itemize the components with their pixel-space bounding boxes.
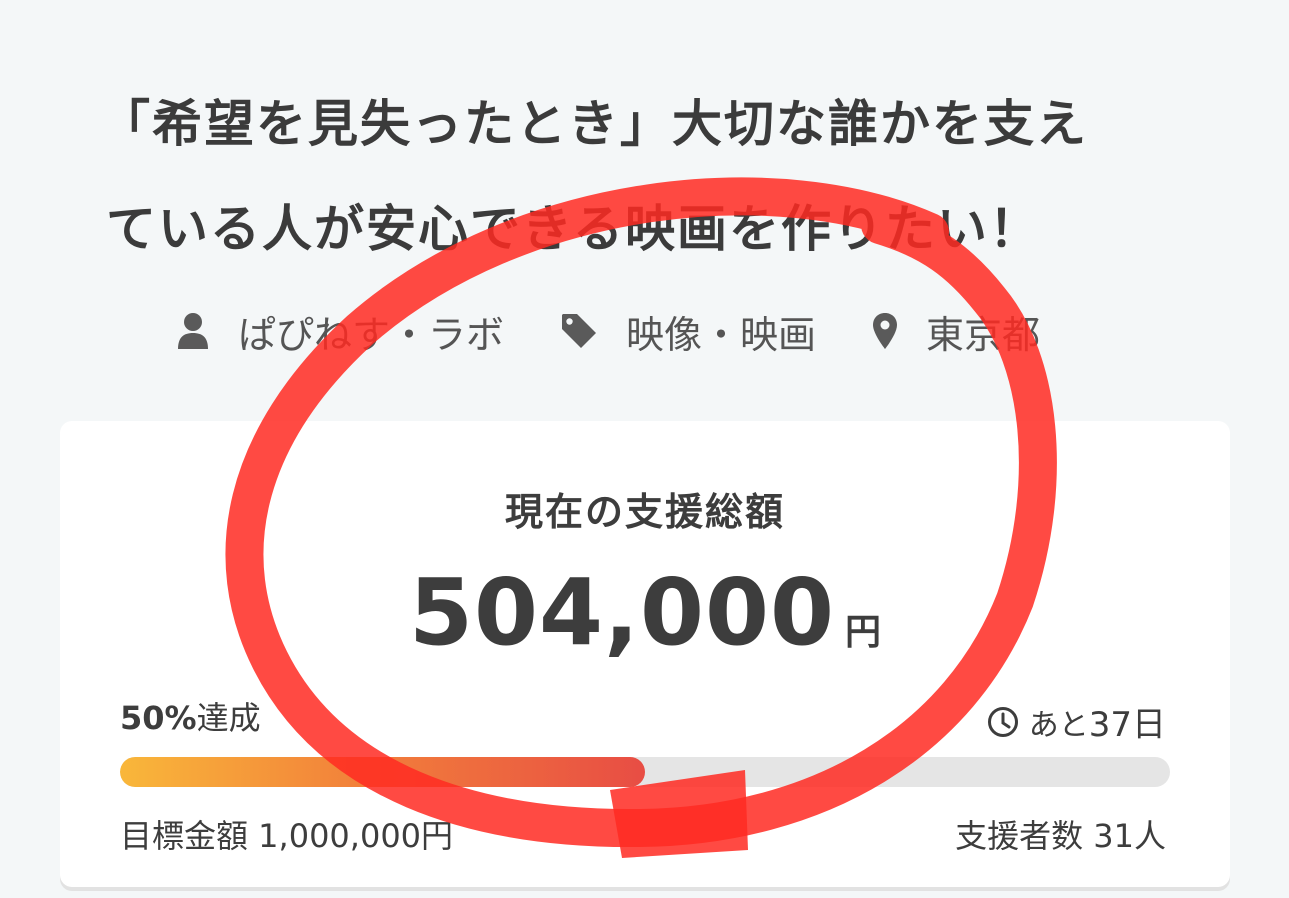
project-title: 「希望を見失ったとき」大切な誰かを支え ている人が安心できる映画を作りたい！ <box>100 72 1220 282</box>
tag-icon <box>560 312 598 350</box>
category-name: 映像・映画 <box>626 312 817 357</box>
location-pin-icon <box>872 312 898 350</box>
goal-amount: 目標金額 1,000,000円 <box>120 817 454 855</box>
location-name: 東京都 <box>926 312 1041 357</box>
supporter-count: 支援者数 31人 <box>955 817 1166 855</box>
achievement-percent: 50% <box>120 699 197 737</box>
remaining-prefix: あと <box>1028 707 1089 743</box>
days-remaining: あと 37日 <box>987 697 1166 746</box>
project-title-line-1: 「希望を見失ったとき」大切な誰かを支え <box>100 95 1088 153</box>
current-amount: 504,000 <box>408 559 835 666</box>
progress-bar-fill <box>120 757 645 787</box>
category-link[interactable]: 映像・映画 <box>560 304 816 359</box>
achievement-suffix: 達成 <box>196 699 261 737</box>
achievement-rate: 50%達成 <box>120 693 261 739</box>
current-amount-label: 現在の支援総額 <box>504 490 785 534</box>
owner-link[interactable]: ぱぴねす・ラボ <box>176 304 504 359</box>
remaining-days: 37日 <box>1088 705 1166 745</box>
current-amount-row: 504,000 円 <box>60 559 1230 666</box>
project-title-line-2: ている人が安心できる映画を作りたい！ <box>106 200 1041 258</box>
project-meta: ぱぴねす・ラボ 映像・映画 東京都 <box>176 304 1040 359</box>
progress-bar <box>120 757 1170 787</box>
funding-card: 現在の支援総額 504,000 円 50%達成 あと 37日 目標金額 1,000,… <box>60 421 1230 887</box>
user-icon <box>176 312 210 350</box>
clock-icon <box>987 706 1019 738</box>
owner-name: ぱぴねす・ラボ <box>238 312 505 357</box>
location-link[interactable]: 東京都 <box>872 304 1040 359</box>
currency-unit: 円 <box>845 612 882 653</box>
